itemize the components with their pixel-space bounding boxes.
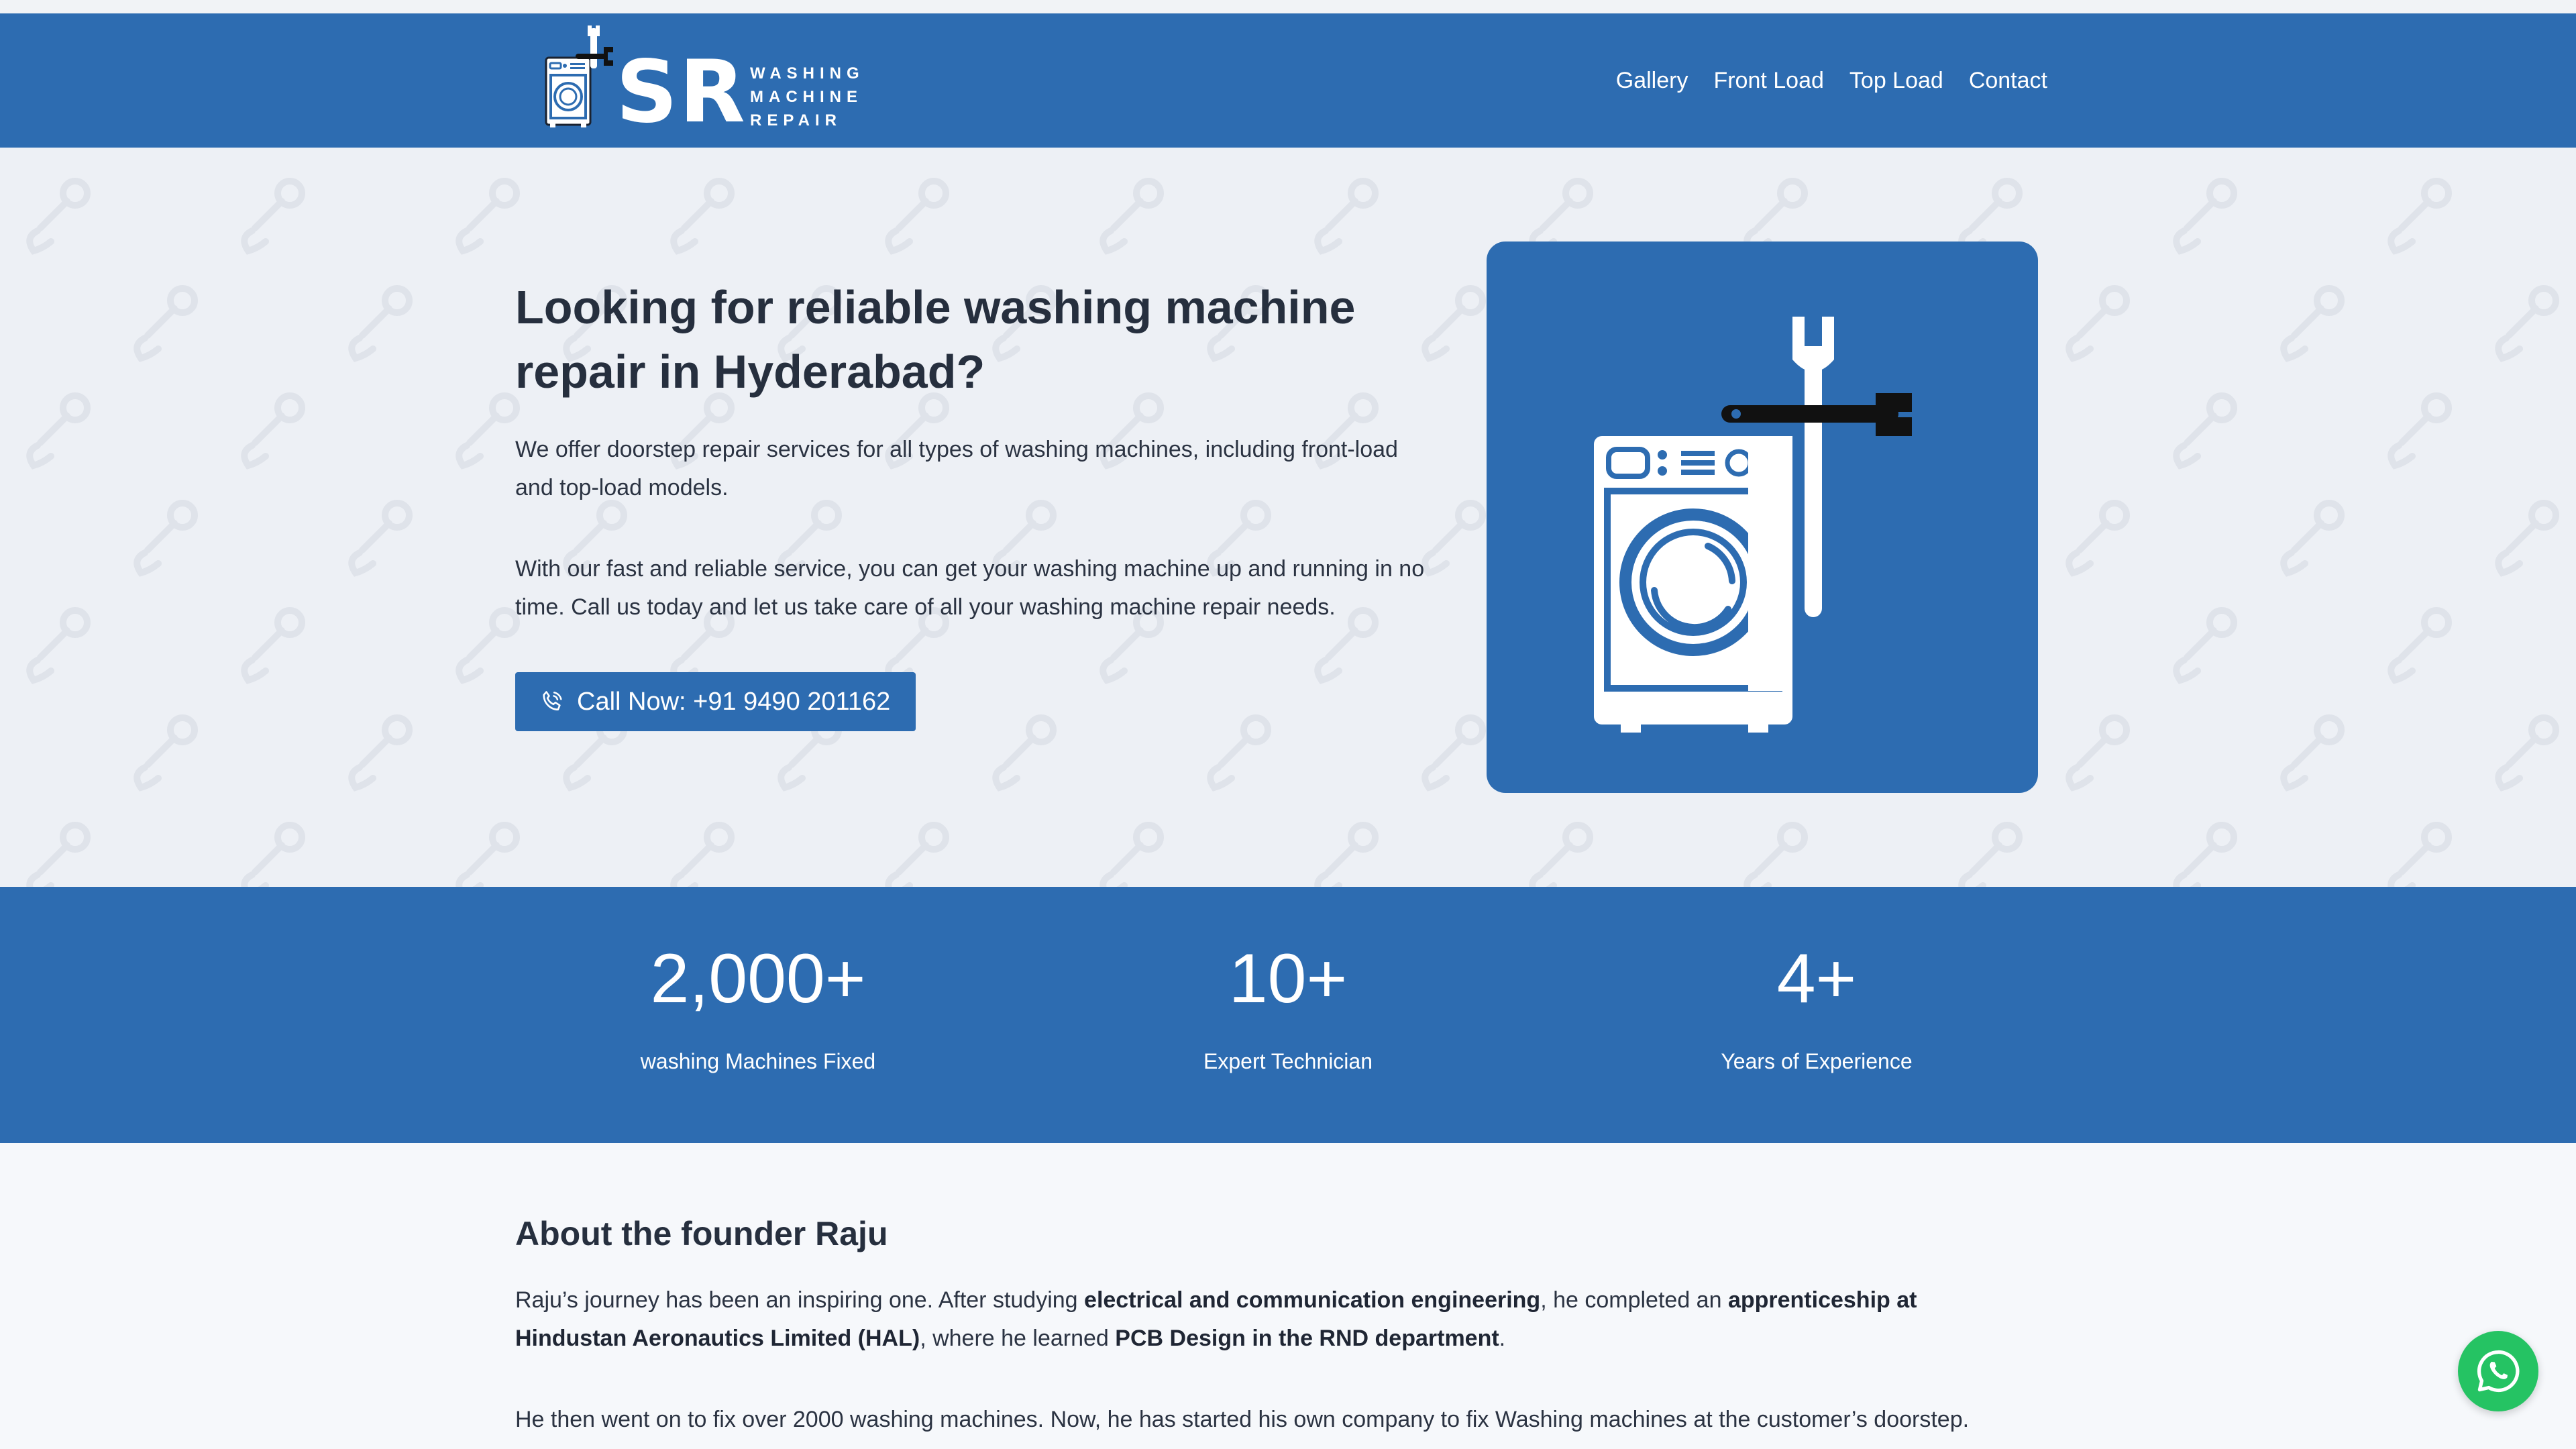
stat-value: 10+ <box>1228 940 1348 1018</box>
about-text: . <box>1499 1326 1506 1351</box>
about-text: Raju’s journey has been an inspiring one… <box>515 1287 1085 1313</box>
about-text: , where he learned <box>920 1326 1116 1351</box>
stat-machines-fixed: 2,000+ washing Machines Fixed <box>557 887 959 1075</box>
hero-paragraph: We offer doorstep repair services for al… <box>515 437 1398 500</box>
call-now-button[interactable]: Call Now: +91 9490 201162 <box>515 672 916 731</box>
about-title: About the founder Raju <box>515 1215 888 1252</box>
logo-tagline: WASHING MACHINE REPAIR <box>750 62 865 132</box>
stat-value: 4+ <box>1776 940 1857 1018</box>
stat-label: Expert Technician <box>1203 1049 1373 1073</box>
washing-machine-wrench-icon <box>1594 317 1912 733</box>
site-logo[interactable]: SR WASHING MACHINE REPAIR <box>542 24 871 138</box>
nav-item-gallery[interactable]: Gallery <box>1616 67 1688 94</box>
logo-tagline-line: REPAIR <box>750 111 842 129</box>
stat-technicians: 10+ Expert Technician <box>1087 887 1489 1075</box>
top-strip <box>0 0 2576 13</box>
about-section: About the founder Raju Raju’s journey ha… <box>0 1143 2576 1449</box>
site-header: SR WASHING MACHINE REPAIR Gallery Front … <box>0 13 2576 148</box>
about-content: About the founder Raju Raju’s journey ha… <box>515 1210 2031 1439</box>
nav-item-top-load[interactable]: Top Load <box>1849 67 1943 94</box>
about-highlight: PCB Design in the RND department <box>1115 1326 1499 1351</box>
stat-label: washing Machines Fixed <box>640 1049 876 1073</box>
about-highlight: electrical and communication engineering <box>1084 1287 1541 1313</box>
whatsapp-button[interactable] <box>2458 1331 2538 1411</box>
about-text: , he completed an <box>1540 1287 1728 1313</box>
about-paragraph: Raju’s journey has been an inspiring one… <box>515 1281 2031 1358</box>
phone-icon <box>543 691 562 710</box>
nav-item-front-load[interactable]: Front Load <box>1713 67 1823 94</box>
main-nav: Gallery Front Load Top Load Contact <box>1616 67 2047 94</box>
hero-text: Looking for reliable washing machine rep… <box>515 275 1441 731</box>
stat-value: 2,000+ <box>650 940 866 1018</box>
hero-section: Looking for reliable washing machine rep… <box>0 148 2576 887</box>
call-now-label: Call Now: +91 9490 201162 <box>577 687 891 716</box>
stat-label: Years of Experience <box>1721 1049 1913 1073</box>
logo-tagline-line: WASHING <box>750 64 865 83</box>
whatsapp-icon <box>2477 1350 2520 1392</box>
hero-title: Looking for reliable washing machine rep… <box>515 281 1356 398</box>
stat-experience: 4+ Years of Experience <box>1615 887 2018 1075</box>
stats-section: 2,000+ washing Machines Fixed 10+ Expert… <box>0 887 2576 1143</box>
logo-initials: SR <box>616 42 747 142</box>
washing-machine-wrench-icon <box>545 25 613 127</box>
hero-illustration-card <box>1487 241 2038 793</box>
about-paragraph: He then went on to fix over 2000 washing… <box>515 1407 1970 1432</box>
logo-tagline-line: MACHINE <box>750 88 863 106</box>
hero-paragraph: With our fast and reliable service, you … <box>515 556 1425 620</box>
nav-item-contact[interactable]: Contact <box>1969 67 2047 94</box>
